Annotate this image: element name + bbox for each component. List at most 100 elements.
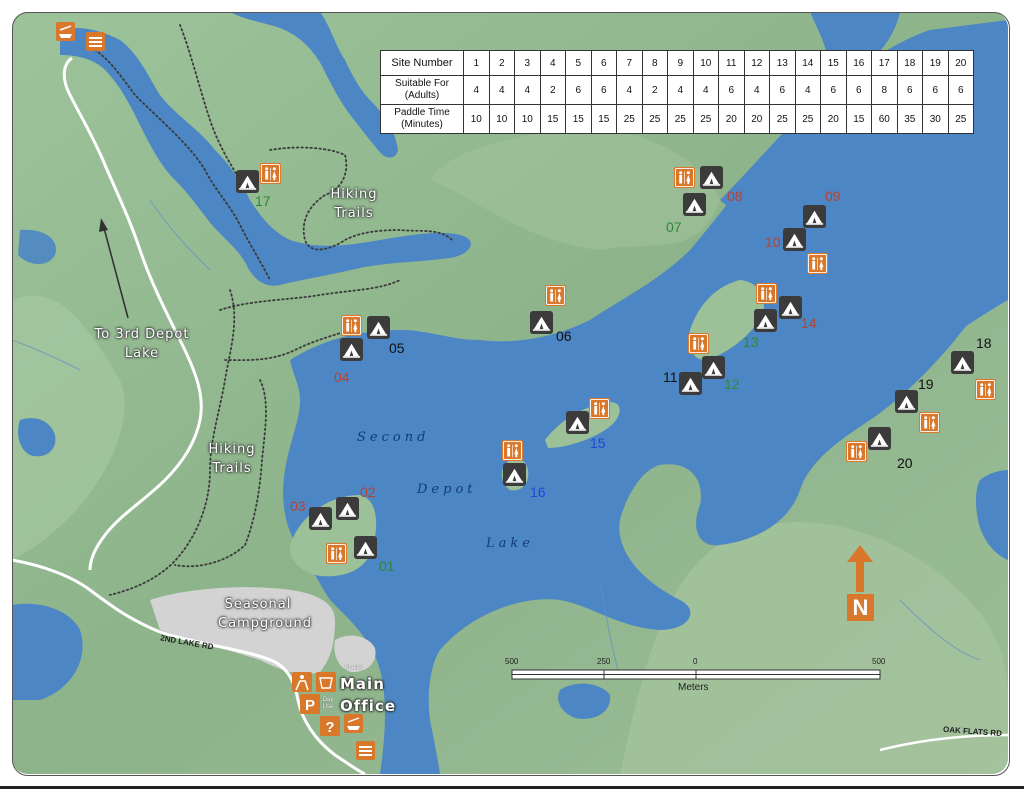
table-cell: 25 [641, 104, 668, 134]
table-cell: 2 [641, 75, 668, 105]
table-cell: 6 [922, 75, 949, 105]
tent-icon [754, 309, 777, 332]
site-table: Site Number 1 2 3 4 5 6 7 8 9 10 11 12 1… [380, 50, 974, 134]
table-cell: 4 [539, 50, 566, 76]
washroom-icon [919, 412, 940, 433]
table-cell: 13 [769, 50, 796, 76]
main-office-label: Main Office [340, 675, 397, 715]
lake-name-word-1: Second [357, 430, 430, 445]
washroom-icon [688, 333, 709, 354]
table-cell: 15 [539, 104, 566, 134]
tent-icon [309, 507, 332, 530]
table-cell: 30 [922, 104, 949, 134]
site-label-09: 09 [825, 188, 841, 204]
site-label-12: 12 [724, 376, 740, 392]
info-icon: ? [320, 716, 340, 736]
table-cell: 5 [565, 50, 592, 76]
table-cell: 4 [692, 75, 719, 105]
table-cell: 10 [692, 50, 719, 76]
tent-icon [367, 316, 390, 339]
table-cell: 25 [616, 104, 643, 134]
tent-icon [566, 411, 589, 434]
table-cell: 2 [539, 75, 566, 105]
tent-icon [683, 193, 706, 216]
shop-icon [316, 672, 336, 692]
site-label-10: 10 [765, 234, 781, 250]
table-cell: 6 [590, 75, 617, 105]
table-cell: 10 [488, 104, 515, 134]
shelter-label: Shelter [344, 665, 364, 671]
site-label-04: 04 [334, 369, 350, 385]
tent-icon [702, 356, 725, 379]
table-cell: 25 [769, 104, 796, 134]
table-cell: 4 [488, 75, 515, 105]
table-cell: 15 [590, 104, 617, 134]
hiker-icon [292, 672, 312, 692]
table-cell: 60 [871, 104, 898, 134]
site-label-08: 08 [727, 188, 743, 204]
washroom-icon [589, 398, 610, 419]
table-cell: 18 [896, 50, 923, 76]
site-label-19: 19 [918, 376, 934, 392]
site-label-07: 07 [666, 219, 682, 235]
table-cell: 8 [871, 75, 898, 105]
site-label-11: 11 [663, 369, 678, 385]
site-label-01: 01 [379, 558, 395, 574]
table-cell: 2 [488, 50, 515, 76]
bottom-rule [0, 786, 1024, 789]
scale-unit-label: Meters [678, 682, 709, 693]
tent-icon [530, 311, 553, 334]
table-row: Paddle Time (Minutes) 10 10 10 15 15 15 … [380, 104, 974, 134]
scale-label-0: 0 [693, 657, 698, 666]
table-cell: 20 [820, 104, 847, 134]
site-label-13: 13 [743, 334, 759, 350]
table-cell: 8 [641, 50, 668, 76]
row-label-paddle-time: Paddle Time (Minutes) [380, 104, 464, 134]
table-cell: 12 [743, 50, 770, 76]
table-row: Site Number 1 2 3 4 5 6 7 8 9 10 11 12 1… [380, 50, 974, 76]
washroom-icon [756, 283, 777, 304]
tent-icon [679, 372, 702, 395]
table-cell: 15 [820, 50, 847, 76]
table-cell: 25 [947, 104, 974, 134]
table-cell: 6 [820, 75, 847, 105]
site-label-02: 02 [360, 484, 376, 500]
table-cell: 6 [590, 50, 617, 76]
table-cell: 20 [947, 50, 974, 76]
table-cell: 25 [692, 104, 719, 134]
tent-icon [503, 463, 526, 486]
day-use-icon [86, 32, 105, 51]
scale-label-250: 250 [597, 657, 611, 666]
table-cell: 19 [922, 50, 949, 76]
table-cell: 11 [718, 50, 745, 76]
table-cell: 6 [769, 75, 796, 105]
washroom-icon [846, 441, 867, 462]
table-cell: 4 [743, 75, 770, 105]
dock-icon [356, 741, 375, 760]
table-row: Suitable For (Adults) 4 4 4 2 6 6 4 2 4 … [380, 75, 974, 105]
washroom-icon [975, 379, 996, 400]
svg-text:P: P [305, 697, 315, 714]
site-label-06: 06 [556, 328, 572, 344]
day-use-label: Day Use [322, 697, 334, 710]
site-label-05: 05 [389, 340, 405, 356]
table-cell: 20 [718, 104, 745, 134]
washroom-icon [326, 543, 347, 564]
scale-label-500-right: 500 [872, 657, 886, 666]
boat-launch-icon [56, 22, 75, 41]
to-3rd-depot-lake-label: To 3rd Depot Lake [94, 327, 190, 361]
table-cell: 15 [565, 104, 592, 134]
svg-text:?: ? [325, 719, 334, 736]
hiking-trails-label-north: Hiking Trails [330, 187, 378, 221]
row-label-suitable-for: Suitable For (Adults) [380, 75, 464, 105]
table-cell: 3 [514, 50, 541, 76]
scale-label-500-left: 500 [505, 657, 519, 666]
washroom-icon [545, 285, 566, 306]
site-label-16: 16 [530, 484, 546, 500]
washroom-icon [807, 253, 828, 274]
site-label-14: 14 [801, 315, 817, 331]
table-cell: 17 [871, 50, 898, 76]
row-label-site-number: Site Number [380, 50, 464, 76]
site-label-18: 18 [976, 335, 992, 351]
table-cell: 4 [667, 75, 694, 105]
